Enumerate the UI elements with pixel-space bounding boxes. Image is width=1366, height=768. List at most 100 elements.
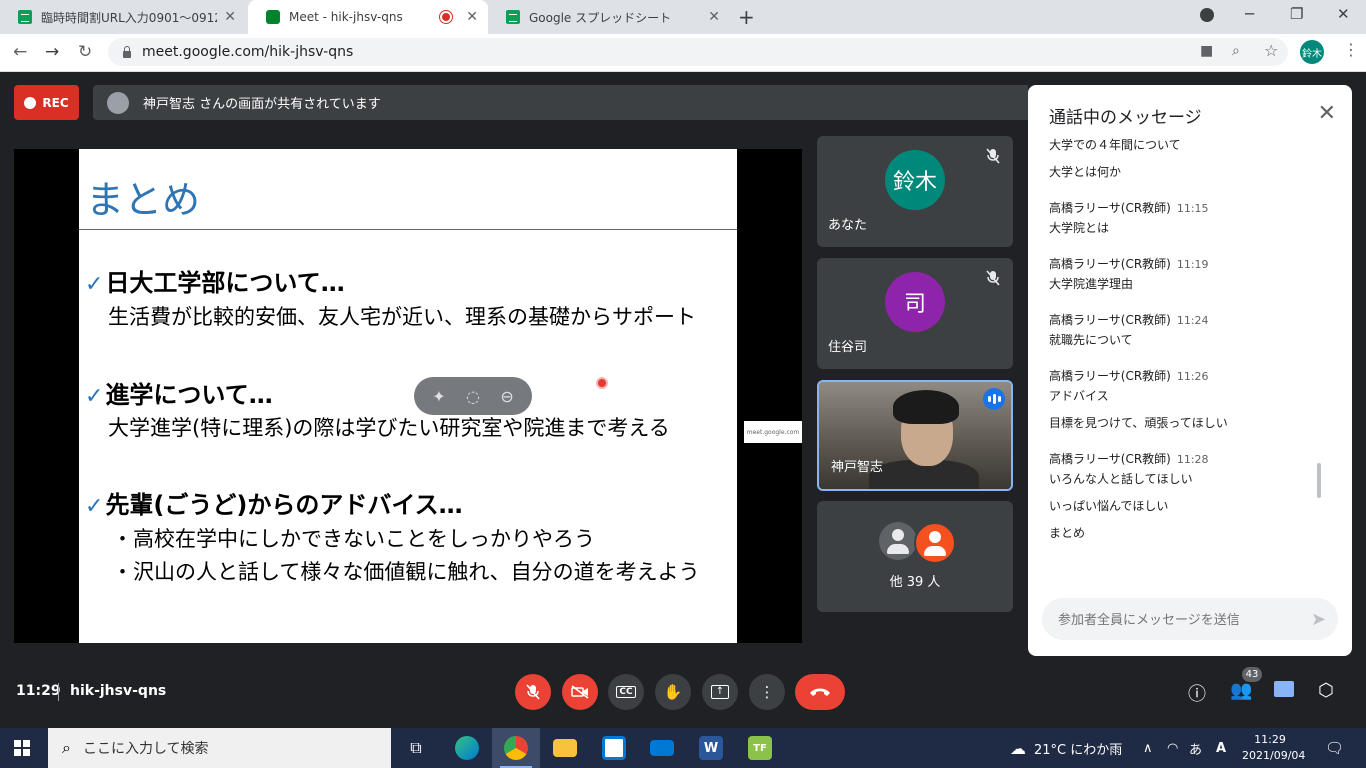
camera-toggle-button[interactable] (562, 674, 598, 710)
slide-divider (79, 229, 737, 230)
notifications-icon[interactable]: 🗨 (1325, 728, 1344, 768)
divider (58, 683, 59, 701)
mic-off-icon (526, 684, 540, 700)
leave-call-button[interactable] (795, 674, 845, 710)
tab-search-icon[interactable] (1200, 8, 1214, 22)
chat-title: 通話中のメッセージ (1049, 108, 1202, 128)
word-icon[interactable]: W (687, 728, 735, 768)
taskbar-search[interactable]: ⌕ ここに入力して検索 (48, 728, 391, 768)
windows-start-icon[interactable] (14, 740, 30, 756)
captions-button[interactable]: CC (608, 674, 644, 710)
forward-icon[interactable]: → (45, 42, 59, 62)
people-icon[interactable]: 👥 (1230, 680, 1252, 701)
mic-toggle-button[interactable] (515, 674, 551, 710)
store-icon[interactable] (590, 728, 638, 768)
tab-sheets[interactable]: Google スプレッドシート ✕ (488, 0, 730, 34)
message-text: まとめ (1049, 526, 1086, 540)
tab-title: 臨時時間割URL入力0901〜0912 (41, 10, 217, 25)
maximize-icon[interactable]: ❐ (1290, 5, 1303, 23)
close-tab-icon[interactable]: ✕ (708, 9, 720, 25)
check-icon: ✓ (85, 384, 104, 409)
avatar: 鈴木 (885, 150, 945, 210)
others-tile[interactable]: 他 39 人 (817, 501, 1013, 612)
mic-off-icon (983, 146, 1003, 166)
share-banner: 神戸智志 さんの画面が共有されています (93, 85, 1028, 120)
shared-window-thumbnail: meet.google.com (744, 421, 802, 443)
camera-icon[interactable]: ■ (1200, 43, 1213, 59)
chat-input[interactable] (1056, 609, 1290, 631)
edge-icon[interactable] (443, 728, 491, 768)
app-tf-icon[interactable]: TF (736, 728, 784, 768)
chrome-icon[interactable] (492, 728, 540, 768)
rec-label: REC (42, 95, 69, 110)
participant-tile-video[interactable]: 神戸智志 (817, 380, 1013, 491)
system-clock[interactable]: 11:29 2021/09/04 (1242, 732, 1305, 764)
minimize-icon[interactable]: ─ (1245, 5, 1254, 23)
tab-meet[interactable]: Meet - hik-jhsv-qns ✕ (248, 0, 488, 34)
message-text: 目標を見つけて、頑張ってほしい (1049, 416, 1228, 430)
weather-widget[interactable]: ☁ 21°C にわか雨 (1010, 728, 1122, 768)
chat-messages: 大学での４年間について 大学とは何か 高橋ラリーサ(CR教師) 11:15 大学院… (1049, 138, 1334, 578)
camera-off-icon (571, 685, 589, 699)
close-tab-icon[interactable]: ✕ (466, 9, 478, 25)
avatar: 司 (885, 272, 945, 332)
message-group: 高橋ラリーサ(CR教師) 11:28 いろんな人と話してほしい いっぱい悩んでほし… (1049, 450, 1334, 542)
raise-hand-button[interactable]: ✋ (655, 674, 691, 710)
tab-title: Meet - hik-jhsv-qns (289, 10, 403, 24)
chat-icon[interactable] (1274, 681, 1294, 697)
message-text: アドバイス (1049, 389, 1109, 403)
remove-icon[interactable]: ⊖ (500, 387, 513, 406)
menu-icon[interactable]: ⋮ (1343, 40, 1359, 59)
windows-taskbar: ⌕ ここに入力して検索 ⧉ W TF ☁ 21°C にわか雨 ∧ ◠ あ A 1… (0, 728, 1366, 768)
wifi-icon[interactable]: ◠ (1167, 728, 1178, 768)
pointer-icon (596, 377, 608, 389)
message-text: いろんな人と話してほしい (1049, 472, 1193, 486)
pin-off-icon[interactable]: ✦ (432, 387, 445, 406)
participant-tile[interactable]: 司 住谷司 (817, 258, 1013, 369)
zoom-icon[interactable]: ⌕ (1232, 43, 1240, 59)
captions-icon: CC (616, 686, 636, 698)
tab-timetable[interactable]: 臨時時間割URL入力0901〜0912 ✕ (0, 0, 246, 34)
back-icon[interactable]: ← (13, 42, 27, 62)
mail-icon[interactable] (638, 728, 686, 768)
close-window-icon[interactable]: ✕ (1337, 5, 1350, 23)
hand-icon: ✋ (663, 683, 683, 701)
reload-icon[interactable]: ↻ (78, 42, 92, 62)
recording-badge: REC (14, 85, 79, 120)
clock-time: 11:29 (1254, 733, 1286, 746)
close-icon[interactable]: ✕ (1318, 101, 1336, 126)
speaking-indicator-icon (983, 388, 1005, 410)
ime-pad-icon[interactable]: A (1216, 728, 1226, 768)
profile-avatar[interactable]: 鈴木 (1300, 40, 1324, 64)
participant-name: 神戸智志 (831, 460, 884, 475)
message-header: 高橋ラリーサ(CR教師) 11:26 (1049, 369, 1209, 383)
slide-heading: ✓日大工学部について… (85, 269, 345, 297)
info-icon[interactable]: ⓘ (1188, 680, 1206, 706)
close-tab-icon[interactable]: ✕ (224, 9, 236, 25)
share-banner-text: 神戸智志 さんの画面が共有されています (143, 97, 381, 112)
send-icon[interactable]: ➤ (1311, 609, 1326, 630)
slide-line: ・高校在学中にしかできないことをしっかりやろう (112, 527, 595, 551)
file-explorer-icon[interactable] (541, 728, 589, 768)
more-options-button[interactable]: ⋮ (749, 674, 785, 710)
participant-tile-self[interactable]: 鈴木 あなた (817, 136, 1013, 247)
participant-name: 住谷司 (828, 340, 868, 355)
chevron-up-icon[interactable]: ∧ (1143, 728, 1153, 768)
others-count: 他 39 人 (889, 575, 941, 590)
address-bar: ← → ↻ meet.google.com/hik-jhsv-qns ■ ⌕ ☆… (0, 34, 1366, 72)
omnibox[interactable]: meet.google.com/hik-jhsv-qns (108, 38, 1288, 66)
bookmark-star-icon[interactable]: ☆ (1264, 41, 1278, 60)
message-header: 高橋ラリーサ(CR教師) 11:24 (1049, 313, 1209, 327)
url-text: meet.google.com/hik-jhsv-qns (142, 44, 354, 60)
ime-indicator[interactable]: あ (1189, 728, 1202, 768)
task-view-icon[interactable]: ⧉ (392, 728, 440, 768)
activities-icon[interactable]: ⬡ (1318, 680, 1334, 701)
present-button[interactable]: ↑ (702, 674, 738, 710)
search-icon: ⌕ (62, 738, 71, 757)
mute-presentation-icon[interactable]: ◌ (466, 387, 480, 406)
new-tab-button[interactable]: + (738, 5, 755, 29)
message-group: 大学での４年間について 大学とは何か (1049, 138, 1334, 181)
chat-scrollbar[interactable] (1317, 463, 1321, 498)
check-icon: ✓ (85, 272, 104, 297)
message-text: 大学とは何か (1049, 165, 1122, 179)
